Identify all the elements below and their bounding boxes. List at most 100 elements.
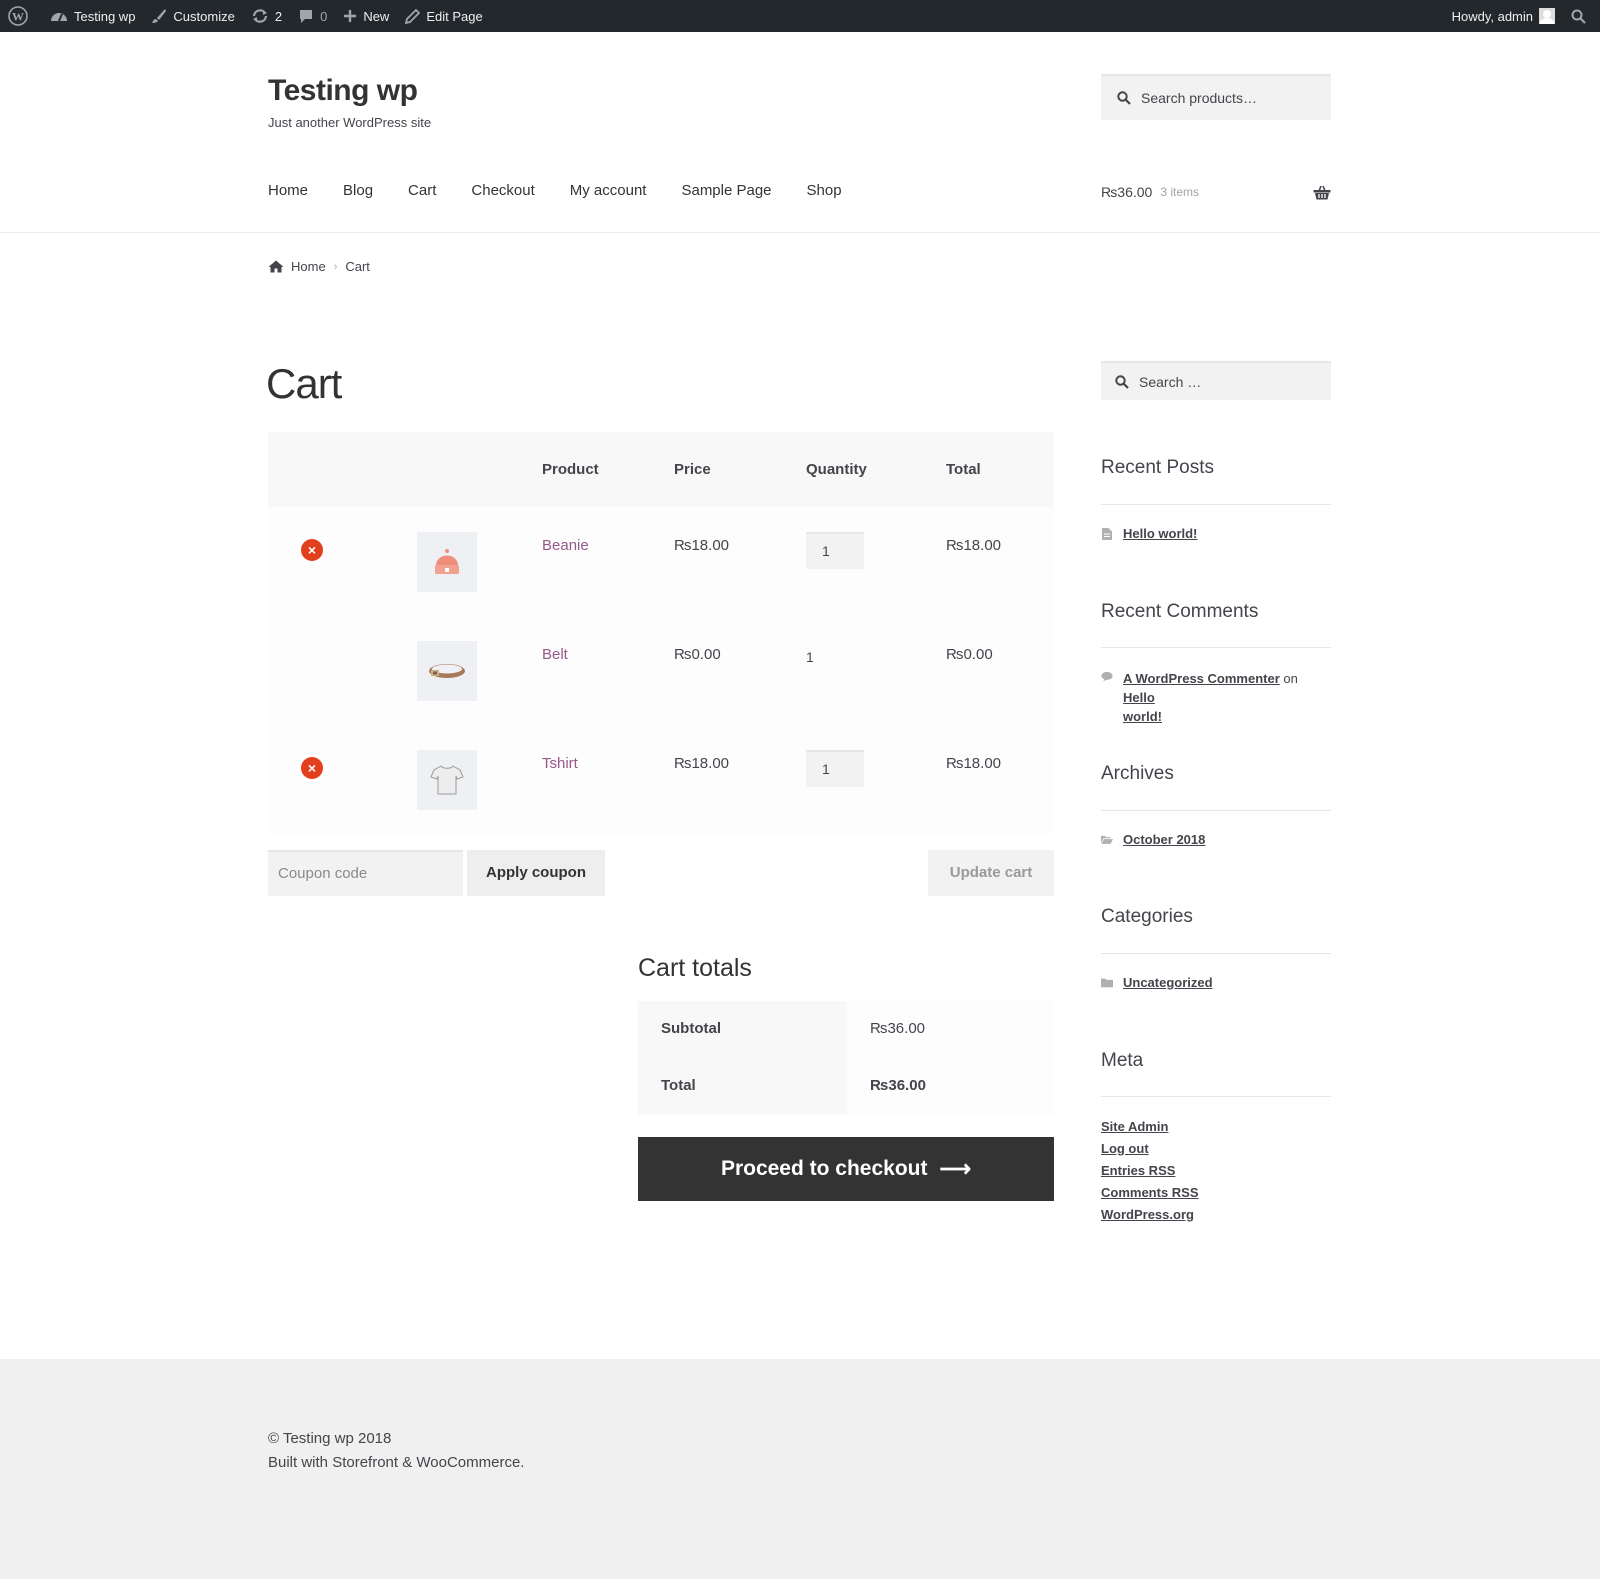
howdy-label: Howdy, admin: [1451, 8, 1533, 24]
update-cart-button[interactable]: Update cart: [928, 850, 1054, 896]
total-value: ₨36.00: [847, 1058, 1054, 1115]
admin-comments-link[interactable]: 0: [290, 0, 335, 32]
admin-edit-page-link[interactable]: Edit Page: [397, 0, 490, 32]
footer-credit[interactable]: Built with Storefront & WooCommerce.: [268, 1454, 524, 1471]
tshirt-icon: [430, 765, 464, 795]
comment-post-link[interactable]: Hello: [1123, 690, 1155, 705]
header-total: Total: [946, 461, 981, 478]
widget-divider: [1101, 1096, 1331, 1097]
total-tshirt: ₨18.00: [946, 755, 1001, 772]
page-title: Cart: [266, 360, 342, 407]
admin-updates-link[interactable]: 2: [243, 0, 290, 32]
quantity-input-beanie[interactable]: 1: [806, 532, 864, 569]
cart-totals-table: Subtotal ₨36.00 Total ₨36.00: [638, 1001, 1054, 1115]
product-search-placeholder: Search products…: [1141, 90, 1257, 106]
price-belt: ₨0.00: [674, 646, 721, 663]
categories-title: Categories: [1101, 906, 1193, 927]
nav-sample-page[interactable]: Sample Page: [681, 182, 771, 199]
remove-item-icon[interactable]: ×: [301, 539, 323, 561]
meta-entries-rss-link[interactable]: Entries RSS: [1101, 1163, 1175, 1178]
quantity-input-tshirt[interactable]: 1: [806, 750, 864, 787]
nav-checkout[interactable]: Checkout: [471, 182, 534, 199]
total-beanie: ₨18.00: [946, 537, 1001, 554]
nav-shop[interactable]: Shop: [807, 182, 842, 199]
updates-icon: [252, 9, 267, 23]
header-cart-link[interactable]: ₨36.00 3 items: [1101, 184, 1331, 200]
product-link-tshirt[interactable]: Tshirt: [542, 755, 578, 772]
meta-comments-rss-link[interactable]: Comments RSS: [1101, 1185, 1199, 1200]
total-belt: ₨0.00: [946, 646, 993, 663]
admin-bar: W Testing wp Customize 2 0 New Edit Page…: [0, 0, 1600, 32]
tshirt-thumbnail[interactable]: [417, 750, 477, 810]
apply-coupon-button[interactable]: Apply coupon: [467, 850, 605, 896]
cart-table-header: Product Price Quantity Total: [268, 432, 1054, 507]
breadcrumb-home[interactable]: Home: [291, 259, 326, 274]
sidebar-search-input[interactable]: Search …: [1101, 361, 1331, 400]
subtotal-label: Subtotal: [638, 1001, 847, 1058]
cart-row-belt: Belt ₨0.00 1 ₨0.00: [268, 616, 1054, 725]
product-link-belt[interactable]: Belt: [542, 646, 568, 663]
belt-thumbnail[interactable]: [417, 641, 477, 701]
site-title[interactable]: Testing wp: [268, 74, 418, 108]
category-item: Uncategorized: [1101, 975, 1213, 990]
admin-search-icon[interactable]: [1563, 0, 1600, 32]
admin-account-menu[interactable]: Howdy, admin: [1444, 0, 1563, 32]
product-link-beanie[interactable]: Beanie: [542, 537, 589, 554]
recent-comments-title: Recent Comments: [1101, 601, 1259, 622]
brush-icon: [152, 9, 167, 23]
comment-bubble-icon: [300, 10, 313, 23]
cart-table: Product Price Quantity Total × Beanie ₨1…: [268, 432, 1054, 834]
svg-text:W: W: [12, 10, 24, 24]
admin-site-label: Testing wp: [74, 8, 136, 24]
remove-item-icon[interactable]: ×: [301, 757, 323, 779]
admin-updates-count: 2: [274, 8, 283, 24]
nav-my-account[interactable]: My account: [570, 182, 647, 199]
total-label: Total: [638, 1058, 847, 1115]
home-icon: [268, 260, 284, 273]
admin-new-link[interactable]: New: [335, 0, 397, 32]
category-link[interactable]: Uncategorized: [1123, 975, 1213, 990]
wordpress-logo-icon[interactable]: W: [0, 0, 42, 32]
product-search-input[interactable]: Search products…: [1101, 74, 1331, 120]
admin-customize-link[interactable]: Customize: [143, 0, 242, 32]
breadcrumb-separator-icon: ›: [333, 260, 338, 273]
header-price: Price: [674, 461, 711, 478]
archive-item: October 2018: [1101, 832, 1205, 847]
recent-comment-item: A WordPress Commenter on Hello world!: [1101, 669, 1331, 726]
comment-post-link-continued[interactable]: world!: [1123, 709, 1162, 724]
subtotal-row: Subtotal ₨36.00: [638, 1001, 1054, 1058]
header-cart-amount: ₨36.00: [1101, 184, 1153, 200]
meta-site-admin-link[interactable]: Site Admin: [1101, 1119, 1168, 1134]
cart-totals-title: Cart totals: [638, 954, 752, 982]
comment-icon: [1101, 671, 1113, 682]
plus-icon: [344, 10, 357, 22]
cart-row-tshirt: × Tshirt ₨18.00 1 ₨18.00: [268, 725, 1054, 834]
beanie-icon: [435, 549, 459, 574]
admin-site-link[interactable]: Testing wp: [42, 0, 143, 32]
cart-row-beanie: × Beanie ₨18.00 1 ₨18.00: [268, 507, 1054, 616]
proceed-to-checkout-button[interactable]: Proceed to checkout ⟶: [638, 1137, 1054, 1201]
header-divider: [0, 232, 1600, 233]
coupon-code-input[interactable]: Coupon code: [268, 850, 463, 896]
widget-divider: [1101, 647, 1331, 648]
widget-divider: [1101, 810, 1331, 811]
breadcrumb-current: Cart: [345, 259, 370, 274]
comment-author-link[interactable]: A WordPress Commenter: [1123, 671, 1280, 686]
widget-divider: [1101, 953, 1331, 954]
nav-blog[interactable]: Blog: [343, 182, 373, 199]
admin-new-label: New: [363, 8, 390, 24]
footer-copyright: © Testing wp 2018: [268, 1430, 392, 1447]
price-tshirt: ₨18.00: [674, 755, 729, 772]
price-beanie: ₨18.00: [674, 537, 729, 554]
nav-home[interactable]: Home: [268, 182, 308, 199]
cart-actions: Coupon code Apply coupon Update cart: [268, 850, 1054, 896]
meta-wordpress-org-link[interactable]: WordPress.org: [1101, 1207, 1194, 1222]
beanie-thumbnail[interactable]: [417, 532, 477, 592]
subtotal-value: ₨36.00: [847, 1001, 1054, 1058]
header-cart-count: 3 items: [1160, 185, 1200, 199]
recent-post-link[interactable]: Hello world!: [1123, 526, 1197, 541]
dashboard-icon: [51, 13, 67, 22]
archive-link[interactable]: October 2018: [1123, 832, 1205, 847]
nav-cart[interactable]: Cart: [408, 182, 436, 199]
meta-log-out-link[interactable]: Log out: [1101, 1141, 1149, 1156]
